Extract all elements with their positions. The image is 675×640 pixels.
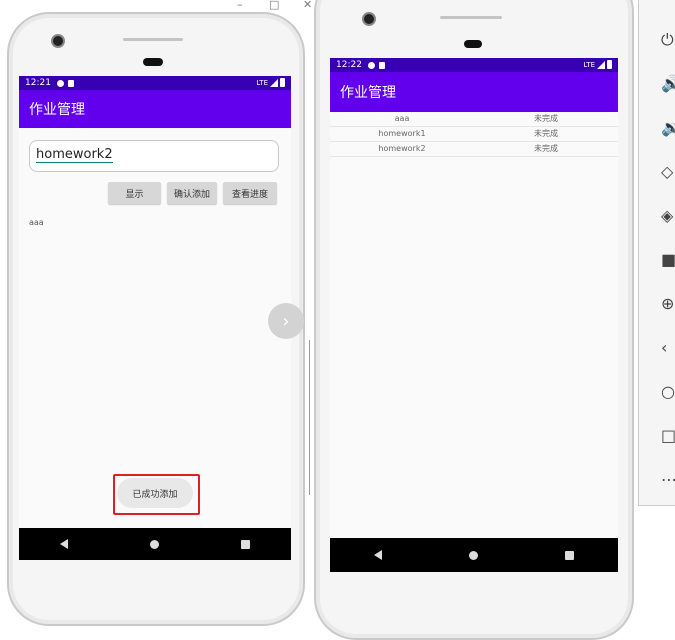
list-item[interactable]: homework1 未完成 (330, 127, 618, 142)
app-bar: 作业管理 (330, 72, 618, 112)
divider (309, 340, 310, 495)
sim-icon (67, 79, 74, 87)
status-bar: 12:22 LTE (330, 58, 618, 72)
network-label: LTE (256, 78, 268, 87)
battery-icon (607, 60, 612, 69)
minimize-button[interactable]: – (237, 0, 243, 11)
homework-name: homework1 (378, 129, 426, 138)
homework-status: 未完成 (534, 114, 558, 123)
status-right: LTE (583, 60, 612, 69)
overview-icon[interactable]: □ (661, 426, 675, 445)
speaker-grille (440, 16, 502, 19)
close-button[interactable]: ✕ (303, 0, 312, 11)
speaker-grille (123, 38, 183, 41)
signal-icon (270, 78, 278, 87)
status-time: 12:21 (25, 78, 51, 88)
homework-name: aaa (394, 114, 410, 123)
toast-highlight-box (113, 474, 200, 515)
notification-icon (56, 79, 64, 87)
screenshot-icon[interactable]: ■ (661, 250, 675, 269)
status-right: LTE (256, 78, 285, 87)
list-item[interactable]: homework2 未完成 (330, 142, 618, 157)
zoom-icon[interactable]: ⊕ (661, 294, 674, 313)
app-bar: 作业管理 (19, 90, 291, 128)
recents-icon[interactable] (241, 539, 250, 549)
battery-icon (280, 78, 285, 87)
homework-name: homework2 (378, 144, 426, 153)
network-label: LTE (583, 60, 595, 69)
list-item[interactable]: aaa 未完成 (330, 112, 618, 127)
rotate-left-icon[interactable]: ◇ (661, 162, 673, 181)
rotate-right-icon[interactable]: ◈ (661, 206, 673, 225)
app-title: 作业管理 (340, 85, 396, 101)
volume-up-icon[interactable]: 🔊 (661, 74, 675, 93)
homework-list: aaa 未完成 homework1 未完成 homework2 未完成 (330, 112, 618, 157)
show-button[interactable]: 显示 (108, 182, 161, 204)
sensor (143, 58, 163, 66)
homework-status: 未完成 (534, 129, 558, 138)
emulator-toolbar: ⏻ 🔊 🔉 ◇ ◈ ■ ⊕ ‹ ○ □ ⋯ (638, 0, 675, 506)
back-icon[interactable] (60, 539, 68, 549)
notification-icon (367, 61, 375, 69)
swipe-arrow-icon[interactable]: › (268, 303, 304, 339)
home-icon[interactable] (468, 550, 478, 560)
task-text: aaa (29, 218, 44, 227)
sensor (464, 40, 482, 48)
home-icon[interactable]: ○ (661, 382, 675, 401)
nav-bar (19, 528, 291, 560)
more-icon[interactable]: ⋯ (661, 470, 675, 489)
status-bar: 12:21 LTE (19, 76, 291, 90)
homework-input-value: homework2 (36, 147, 113, 163)
power-icon[interactable]: ⏻ (661, 30, 674, 50)
back-icon[interactable]: ‹ (661, 338, 667, 357)
confirm-add-button[interactable]: 确认添加 (167, 182, 217, 204)
view-progress-button[interactable]: 查看进度 (223, 182, 277, 204)
back-icon[interactable] (373, 550, 382, 560)
emulator-left: 12:21 LTE 作业管理 homework2 显示 确认添加 查看进度 aa… (7, 12, 305, 626)
signal-icon (597, 60, 605, 69)
camera-icon (51, 34, 65, 48)
sim-icon (378, 61, 385, 69)
status-time: 12:22 (336, 60, 362, 70)
nav-bar (330, 538, 618, 572)
home-icon[interactable] (150, 539, 159, 549)
volume-down-icon[interactable]: 🔉 (661, 118, 675, 137)
emulator-right: 12:22 LTE 作业管理 aaa 未完成 homework1 未完成 hom… (314, 0, 634, 640)
app-title: 作业管理 (29, 102, 85, 118)
homework-input[interactable]: homework2 (29, 140, 279, 172)
homework-status: 未完成 (534, 144, 558, 153)
screen-right: 12:22 LTE 作业管理 aaa 未完成 homework1 未完成 hom… (330, 58, 618, 572)
recents-icon[interactable] (565, 550, 575, 560)
maximize-button[interactable]: □ (269, 0, 279, 11)
camera-icon (362, 12, 376, 26)
